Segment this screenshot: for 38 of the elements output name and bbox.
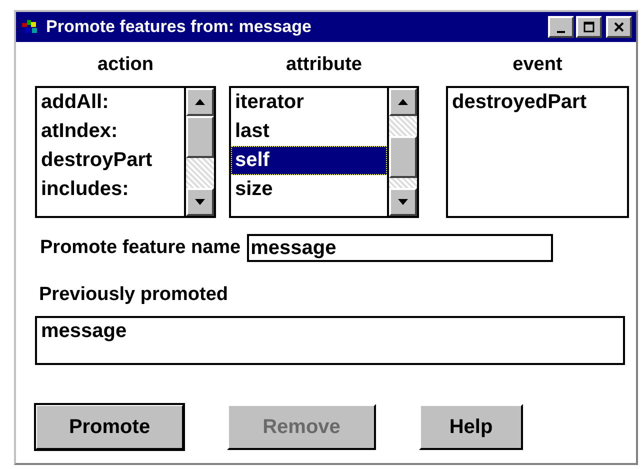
scroll-thumb[interactable] xyxy=(186,116,214,158)
list-item[interactable]: last xyxy=(231,117,387,146)
list-item[interactable]: size xyxy=(231,175,387,204)
up-arrow-icon xyxy=(194,98,206,106)
scrollbar[interactable] xyxy=(387,88,417,216)
maximize-icon xyxy=(583,21,595,33)
app-icon xyxy=(22,20,40,34)
scroll-down-button[interactable] xyxy=(186,188,214,216)
list-item[interactable]: self xyxy=(231,146,387,175)
minimize-button[interactable] xyxy=(548,16,574,38)
dialog-button[interactable]: Promote xyxy=(35,404,184,450)
list-item[interactable]: addAll: xyxy=(37,88,184,117)
up-arrow-icon xyxy=(397,98,409,106)
list-item[interactable]: atIndex: xyxy=(37,117,184,146)
list-item[interactable]: destroyPart xyxy=(37,146,184,175)
scroll-thumb[interactable] xyxy=(389,136,417,178)
scroll-up-button[interactable] xyxy=(389,88,417,116)
scrollbar[interactable] xyxy=(184,88,214,216)
list-item[interactable]: includes: xyxy=(37,175,184,204)
list-heading: attribute xyxy=(285,53,363,77)
list-heading: event xyxy=(512,53,564,77)
dialog-button[interactable]: Help xyxy=(419,404,523,450)
scroll-up-button[interactable] xyxy=(186,88,214,116)
minimize-icon xyxy=(557,30,565,32)
list-item[interactable]: destroyedPart xyxy=(448,88,627,117)
list-heading: action xyxy=(96,53,154,77)
close-button[interactable] xyxy=(606,16,632,38)
maximize-button[interactable] xyxy=(576,16,602,38)
list-item[interactable]: iterator xyxy=(231,88,387,117)
name-field[interactable]: message xyxy=(246,234,553,262)
section-label: Previously promoted xyxy=(39,284,229,306)
close-icon xyxy=(613,21,625,33)
window-title: Promote features from: message xyxy=(46,17,312,37)
list-item[interactable]: message xyxy=(37,318,623,345)
scroll-down-button[interactable] xyxy=(389,188,417,216)
down-arrow-icon xyxy=(194,198,206,206)
down-arrow-icon xyxy=(397,198,409,206)
field-label: Promote feature name xyxy=(40,237,241,259)
